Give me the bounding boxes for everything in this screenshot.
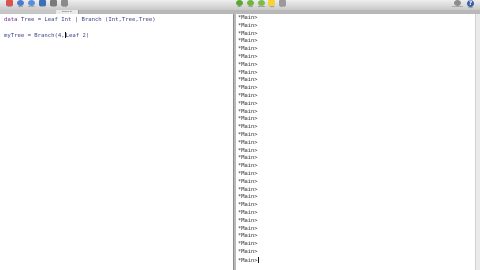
console-prompt-line: *Main> bbox=[238, 194, 258, 201]
console-prompt-line: *Main> bbox=[238, 163, 258, 170]
console-prompt-line: *Main> bbox=[238, 186, 258, 193]
help-button[interactable]: ? Help bbox=[465, 0, 476, 10]
console-prompt-line: *Main> bbox=[238, 53, 258, 60]
run-button[interactable]: Run bbox=[234, 0, 245, 10]
console-scrollbar[interactable] bbox=[475, 14, 480, 270]
console-prompt-line: *Main> bbox=[238, 256, 260, 264]
print-button[interactable]: Print bbox=[48, 0, 59, 10]
save-button[interactable]: Save bbox=[37, 0, 48, 10]
console-prompt-line: *Main> bbox=[238, 225, 258, 232]
code-line-3: myTree = Branch(4,Leaf 2) bbox=[4, 32, 89, 40]
console-prompt-line: *Main> bbox=[238, 131, 258, 138]
code-line-1: data Tree = Leaf Int | Branch (Int,Tree,… bbox=[4, 16, 156, 24]
console-prompt-line: *Main> bbox=[238, 209, 258, 216]
console-prompt-line: *Main> bbox=[238, 92, 258, 99]
console-prompt-line: *Main> bbox=[238, 100, 258, 107]
console-prompt-line: *Main> bbox=[238, 170, 258, 177]
console-prompt-line: *Main> bbox=[238, 155, 258, 162]
console-prompt-line: *Main> bbox=[238, 241, 258, 248]
console-prompt-line: *Main> bbox=[238, 248, 258, 255]
ghci-console[interactable]: *Main> *Main> *Main> *Main> *Main> *Main> *Mai… bbox=[236, 14, 480, 270]
revert-button[interactable]: Revert bbox=[26, 0, 37, 10]
console-prompt-line: *Main> bbox=[238, 77, 258, 84]
console-prompt-line: *Main> bbox=[238, 147, 258, 154]
console-prompt-line: *Main> bbox=[238, 178, 258, 185]
paste-button[interactable]: Paste bbox=[277, 0, 288, 10]
load-button[interactable]: Load bbox=[245, 0, 256, 10]
copy-button[interactable]: Copy bbox=[266, 0, 277, 10]
open-button[interactable]: Open bbox=[15, 0, 26, 10]
console-prompt-line: *Main> bbox=[238, 15, 258, 21]
console-prompt-line: *Main> bbox=[238, 46, 258, 53]
console-prompt-line: *Main> bbox=[238, 108, 258, 115]
code-editor[interactable]: data Tree = Leaf Int | Branch (Int,Tree,… bbox=[0, 14, 234, 270]
code-text: Tree = Leaf Int | Branch (Int,Tree,Tree) bbox=[17, 17, 156, 23]
console-prompt-line: *Main> bbox=[238, 217, 258, 224]
console-cursor bbox=[258, 256, 260, 263]
stop-button[interactable]: Stop bbox=[59, 0, 70, 10]
haskell-ide-window: New Open Revert Save Print Stop Run Load… bbox=[0, 0, 480, 270]
code-text-after-cursor: Leaf 2) bbox=[65, 33, 90, 39]
toolbar: New Open Revert Save Print Stop Run Load… bbox=[0, 0, 480, 10]
prompt-list: *Main> *Main> *Main> *Main> *Main> *Main> *Mai… bbox=[238, 15, 476, 265]
console-prompt-line: *Main> bbox=[238, 38, 258, 45]
console-prompt-line: *Main> bbox=[238, 85, 258, 92]
code-text: myTree = Branch(4, bbox=[4, 33, 65, 39]
console-prompt-line: *Main> bbox=[238, 116, 258, 123]
new-button[interactable]: New bbox=[4, 0, 15, 10]
console-prompt-line: *Main> bbox=[238, 30, 258, 37]
help-icon: ? bbox=[467, 0, 474, 7]
keyword-data: data bbox=[4, 17, 18, 23]
console-prompt-line: *Main> bbox=[238, 61, 258, 68]
preferences-button[interactable]: Preferences bbox=[452, 0, 463, 10]
console-prompt-line: *Main> bbox=[238, 233, 258, 240]
console-prompt-line: *Main> bbox=[238, 22, 258, 29]
console-prompt-line: *Main> bbox=[238, 69, 258, 76]
console-prompt-line: *Main> bbox=[238, 124, 258, 131]
console-prompt-line: *Main> bbox=[238, 139, 258, 146]
console-prompt-line: *Main> bbox=[238, 202, 258, 209]
